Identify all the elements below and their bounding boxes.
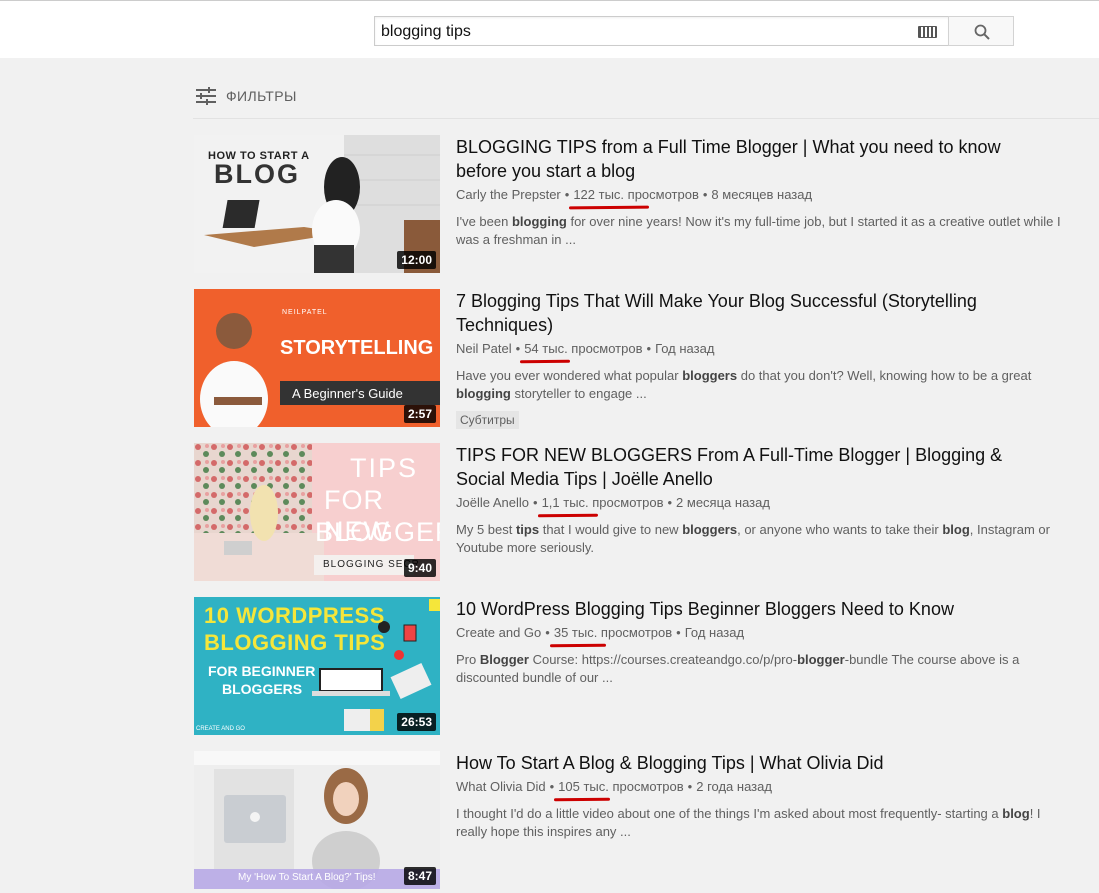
red-underline xyxy=(537,513,598,518)
video-title[interactable]: 7 Blogging Tips That Will Make Your Blog… xyxy=(456,289,1016,337)
video-thumbnail[interactable]: HOW TO START A BLOG 12:00 xyxy=(194,135,440,273)
video-meta: Carly the Prepster • 122 тыс. просмотров • 8… xyxy=(456,187,1066,210)
thumbnail-text: BLOGGERS xyxy=(222,681,303,697)
search-box[interactable] xyxy=(374,16,949,46)
video-thumbnail[interactable]: TIPS FOR NEW BLOGGERS BLOGGING SECR 9:40 xyxy=(194,443,440,581)
channel-name[interactable]: Create and Go xyxy=(456,625,541,640)
view-count: 105 тыс. просмотров xyxy=(554,779,684,802)
thumbnail-text: BLOGGERS xyxy=(315,517,440,547)
search-button[interactable] xyxy=(948,16,1014,46)
video-meta: Joëlle Anello • 1,1 тыс. просмотров • 2 меся… xyxy=(456,495,1066,518)
channel-name[interactable]: Carly the Prepster xyxy=(456,187,561,202)
video-result: NEILPATEL STORYTELLING A Beginner's Guid… xyxy=(194,289,1074,429)
video-result: HOW TO START A BLOG 12:00 BLOGGING TIPS … xyxy=(194,135,1074,275)
video-meta: Create and Go • 35 тыс. просмотров • Год наз… xyxy=(456,625,1066,648)
thumbnail-text: BLOGGING TIPS xyxy=(204,630,386,655)
subtitles-badge: Субтитры xyxy=(456,411,519,429)
red-underline xyxy=(549,643,607,648)
red-underline xyxy=(554,797,610,802)
video-meta: Neil Patel • 54 тыс. просмотров • Год назад xyxy=(456,341,1066,364)
upload-age: 2 месяца назад xyxy=(676,495,770,510)
view-count: 122 тыс. просмотров xyxy=(569,187,699,210)
thumbnail-text: STORYTELLING xyxy=(280,337,434,359)
video-thumbnail[interactable]: 10 WORDPRESS BLOGGING TIPS FOR BEGINNER … xyxy=(194,597,440,735)
video-description: I've been blogging for over nine years! … xyxy=(456,214,1061,247)
video-title[interactable]: 10 WordPress Blogging Tips Beginner Blog… xyxy=(456,597,1016,621)
video-result: My 'How To Start A Blog?' Tips! 8:47 How… xyxy=(194,751,1074,891)
thumbnail-text: My 'How To Start A Blog?' Tips! xyxy=(238,872,376,883)
top-bar xyxy=(0,0,1099,58)
video-result: 10 WORDPRESS BLOGGING TIPS FOR BEGINNER … xyxy=(194,597,1074,737)
thumbnail-text: CREATE AND GO xyxy=(196,726,245,732)
view-count: 54 тыс. просмотров xyxy=(520,341,643,364)
video-description: I thought I'd do a little video about on… xyxy=(456,806,1041,839)
view-count: 1,1 тыс. просмотров xyxy=(537,495,663,518)
upload-age: 2 года назад xyxy=(696,779,772,794)
thumbnail-text: FOR BEGINNER xyxy=(208,663,316,679)
video-duration: 2:57 xyxy=(403,405,436,423)
thumbnail-text: TIPS xyxy=(350,453,419,483)
keyboard-icon[interactable] xyxy=(918,26,937,38)
video-title[interactable]: BLOGGING TIPS from a Full Time Blogger |… xyxy=(456,135,1016,183)
video-duration: 26:53 xyxy=(397,713,436,731)
upload-age: 8 месяцев назад xyxy=(711,187,813,202)
video-description: Pro Blogger Course: https://courses.crea… xyxy=(456,652,1020,685)
channel-name[interactable]: What Olivia Did xyxy=(456,779,546,794)
video-title[interactable]: TIPS FOR NEW BLOGGERS From A Full-Time B… xyxy=(456,443,1016,491)
filters-label: ФИЛЬТРЫ xyxy=(226,88,297,104)
video-thumbnail[interactable]: My 'How To Start A Blog?' Tips! 8:47 xyxy=(194,751,440,889)
video-result: TIPS FOR NEW BLOGGERS BLOGGING SECR 9:40… xyxy=(194,443,1074,583)
filters-button[interactable]: ФИЛЬТРЫ xyxy=(196,86,297,106)
video-description: My 5 best tips that I would give to new … xyxy=(456,522,1050,555)
upload-age: Год назад xyxy=(655,341,715,356)
video-duration: 8:47 xyxy=(403,867,436,885)
upload-age: Год назад xyxy=(684,625,745,640)
video-duration: 9:40 xyxy=(403,559,436,577)
thumbnail-text: A Beginner's Guide xyxy=(292,386,403,401)
search-input[interactable] xyxy=(381,22,901,42)
video-meta: What Olivia Did • 105 тыс. просмотров • 2 го… xyxy=(456,779,1066,802)
red-underline xyxy=(569,205,649,210)
thumbnail-text: 10 WORDPRESS xyxy=(204,603,385,628)
video-title[interactable]: How To Start A Blog & Blogging Tips | Wh… xyxy=(456,751,1016,775)
channel-name[interactable]: Joëlle Anello xyxy=(456,495,529,510)
search-icon xyxy=(974,24,990,40)
video-duration: 12:00 xyxy=(397,251,436,269)
filters-icon xyxy=(196,87,216,105)
video-thumbnail[interactable]: NEILPATEL STORYTELLING A Beginner's Guid… xyxy=(194,289,440,427)
video-description: Have you ever wondered what popular blog… xyxy=(456,368,1032,401)
channel-name[interactable]: Neil Patel xyxy=(456,341,512,356)
red-underline xyxy=(520,359,571,364)
thumbnail-text: BLOG xyxy=(214,159,300,189)
thumbnail-text: NEILPATEL xyxy=(282,309,328,316)
divider xyxy=(193,118,1099,119)
view-count: 35 тыс. просмотров xyxy=(549,625,672,648)
